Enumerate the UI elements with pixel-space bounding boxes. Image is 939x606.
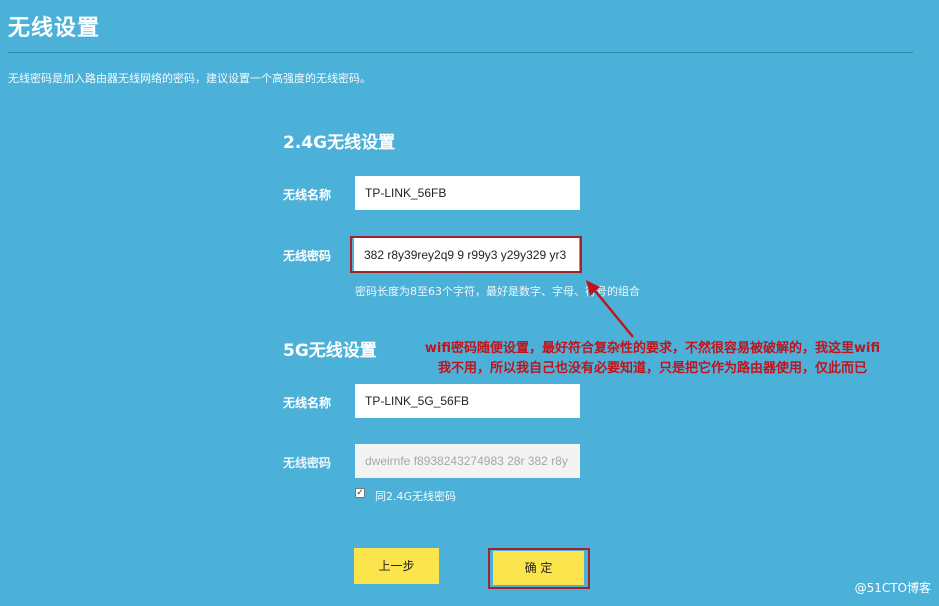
watermark: @51CTO博客 bbox=[854, 581, 931, 595]
annotation-line-2: 我不用，所以我自己也没有必要知道，只是把它作为路由器使用，仅此而已 bbox=[437, 361, 867, 376]
annotation-text: wifi密码随便设置，最好符合复杂性的要求，不然很容易被破解的，我这里wifi … bbox=[370, 339, 935, 379]
wifi5-password-label: 无线密码 bbox=[283, 456, 332, 470]
same-password-checkbox[interactable]: ✓ bbox=[355, 488, 365, 498]
confirm-button[interactable]: 确 定 bbox=[493, 551, 584, 585]
annotation-line-1: wifi密码随便设置，最好符合复杂性的要求，不然很容易被破解的，我这里wifi bbox=[424, 341, 881, 356]
annotation-arrow bbox=[586, 280, 634, 338]
section-title-5g: 5G无线设置 bbox=[283, 341, 377, 361]
wifi5-name-label: 无线名称 bbox=[283, 396, 332, 410]
same-password-label: 同2.4G无线密码 bbox=[375, 490, 457, 503]
prev-step-button[interactable]: 上一步 bbox=[354, 548, 439, 584]
wifi5-name-input[interactable]: TP-LINK_5G_56FB bbox=[355, 384, 580, 418]
wifi5-password-input[interactable]: dweirnfe f8938243274983 28r 382 r8y bbox=[355, 444, 580, 478]
